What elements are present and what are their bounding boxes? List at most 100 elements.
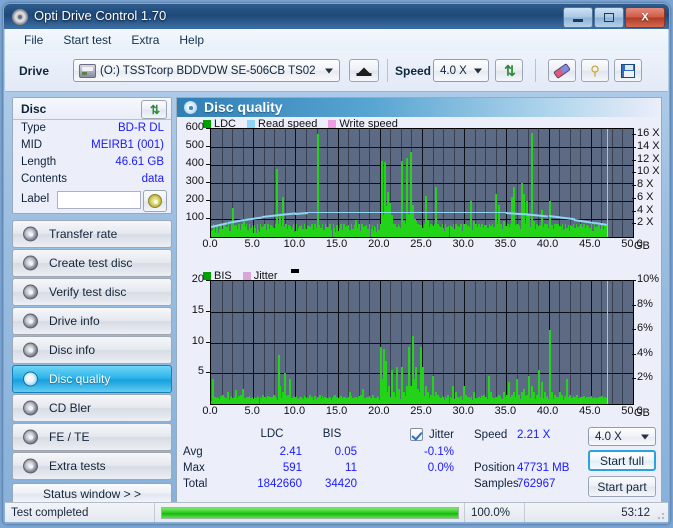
bis-chart: 5 10 15 20 2% 4% 6% 8% 10% 0.0 5.0 10.0 15.0 20.0 25… [177,273,663,420]
disc-icon [12,9,28,25]
ldc-chart: 100 200 300 400 500 600 2 X4 X6 X8 X 10 X 12 X1… [177,121,663,253]
start-part-button[interactable]: Start part [588,476,656,497]
eject-button[interactable] [349,59,379,82]
sidebar-item-label: Disc quality [49,372,111,386]
x-axis-tick-label: 35.0 [494,238,517,250]
x-axis-tick-label: 30.0 [452,405,474,417]
stats-header-bis: BIS [322,428,342,440]
sidebar-item-cd-bler[interactable]: CD Bler [12,394,172,422]
close-button[interactable]: X [625,7,665,28]
y-axis-tick-label: 15 [191,303,204,316]
stats-total-bis: 34420 [325,478,357,490]
erase-button[interactable] [548,59,576,82]
window-buttons: X [563,7,665,28]
chart-bar [317,133,319,237]
y2-axis-tick-label: 2% [637,371,653,384]
disc-row-contents-value: data [141,173,164,185]
disc-row-length-value: 46.61 GB [115,156,164,168]
progress-bar [160,506,459,519]
y2-axis-tick-label: 10% [637,273,660,285]
sidebar-item-create-test-disc[interactable]: Create test disc [12,249,172,277]
disc-row-mid: MID MEIRB1 (001) [13,139,171,155]
legend-swatch-jitter [242,272,251,280]
disc-label-input[interactable] [57,191,141,209]
sidebar-item-extra-tests[interactable]: Extra tests [12,452,172,480]
sidebar-item-label: Extra tests [49,459,106,473]
disc-icon [23,313,38,329]
sidebar-item-fe-te[interactable]: FE / TE [12,423,172,451]
y-axis-tick-label: 200 [185,193,204,205]
close-icon: X [641,11,649,23]
x-axis-tick-label: 15.0 [325,238,348,250]
test-speed-select[interactable]: 4.0 X [588,427,656,446]
disc-icon [23,255,38,271]
samples-stat-value: 762967 [517,478,556,490]
menu-item-extra[interactable]: Extra [122,30,168,50]
chevron-down-icon [641,434,649,439]
disc-row-type-key: Type [21,122,46,134]
start-full-button[interactable]: Start full [588,450,656,471]
drive-select-value: (O:) TSSTcorp BDDVDW SE-506CB TS02 [100,64,316,77]
y2-axis-tick-label: 4% [637,346,653,359]
jitter-checkbox[interactable] [410,428,423,441]
x-axis-tick-label: 20.0 [368,238,390,250]
status-elapsed-cell: 53:12 [525,503,668,522]
chart-cursor-line [606,129,609,237]
sidebar-item-transfer-rate[interactable]: Transfer rate [12,220,172,248]
drive-label: Drive [19,64,50,78]
sidebar-item-verify-test-disc[interactable]: Verify test disc [12,278,172,306]
sidebar-item-label: Create test disc [49,256,133,270]
minimize-button[interactable] [563,7,593,28]
menu-item-file[interactable]: File [15,30,52,50]
stats-max-jitter: 0.0% [427,462,454,474]
y2-axis-tick-label: 8% [637,297,653,310]
stats-max-bis: 11 [345,462,357,474]
y2-axis-tick-label: 6% [637,322,653,335]
refresh-arrows-icon: ⇅ [149,102,160,117]
maximize-button[interactable] [594,7,624,28]
disc-refresh-button[interactable]: ⇅ [141,100,167,119]
key-icon: ⚲ [590,62,600,78]
disc-panel-title: Disc [21,102,47,116]
y2-axis-tick-label: 4 X [637,203,654,216]
disc-icon [23,284,38,300]
y-axis-tick-label: 5 [197,365,204,378]
x-axis-tick-label: 40.0 [536,405,559,417]
sidebar-item-disc-quality[interactable]: Disc quality [12,365,172,393]
key-button[interactable]: ⚲ [581,59,609,82]
y2-axis-tick-label: 16 X [637,127,660,140]
y-axis-tick-label: 600 [185,121,204,133]
x-axis-tick-label: 5.0 [244,238,260,250]
sidebar-item-disc-info[interactable]: Disc info [12,336,172,364]
x-axis-tick-label: 20.0 [368,405,390,417]
disc-label-button[interactable] [143,190,167,212]
status-bar: Test completed 100.0% 53:12 [5,502,668,522]
stats-avg-jitter: -0.1% [423,446,454,458]
speed-stat-label: Speed [474,429,508,441]
disc-row-length: Length 46.61 GB [13,156,171,172]
status-window-button[interactable]: Status window > > [12,483,172,504]
disc-row-type-value: BD-R DL [117,122,164,134]
jitter-label: Jitter [429,429,454,441]
disc-icon [23,429,38,445]
menu-item-help[interactable]: Help [170,30,213,50]
stats-header-ldc: LDC [260,428,284,440]
x-axis-tick-label: 45.0 [579,238,601,250]
menu-item-start-test[interactable]: Start test [54,30,120,50]
app-window: Opti Drive Control 1.70 X File Start tes… [3,3,670,524]
stats-total-ldc: 1842660 [257,478,302,490]
save-button[interactable] [614,59,642,82]
resize-grip-icon[interactable] [655,510,665,520]
stats-row-max-label: Max [183,462,205,474]
drive-select[interactable]: (O:) TSSTcorp BDDVDW SE-506CB TS02 [73,59,340,82]
position-stat-value: 47731 MB [517,462,570,474]
refresh-button[interactable]: ⇅ [495,59,523,82]
sidebar-item-drive-info[interactable]: Drive info [12,307,172,335]
position-stat-label: Position [474,462,515,474]
start-part-label: Start part [597,479,647,494]
status-message-cell: Test completed [5,503,155,522]
samples-stat-label: Samples [474,478,519,490]
speed-select[interactable]: 4.0 X [433,59,489,82]
toolbar: Drive (O:) TSSTcorp BDDVDW SE-506CB TS02… [5,51,668,92]
status-percent-cell: 100.0% [465,503,525,522]
